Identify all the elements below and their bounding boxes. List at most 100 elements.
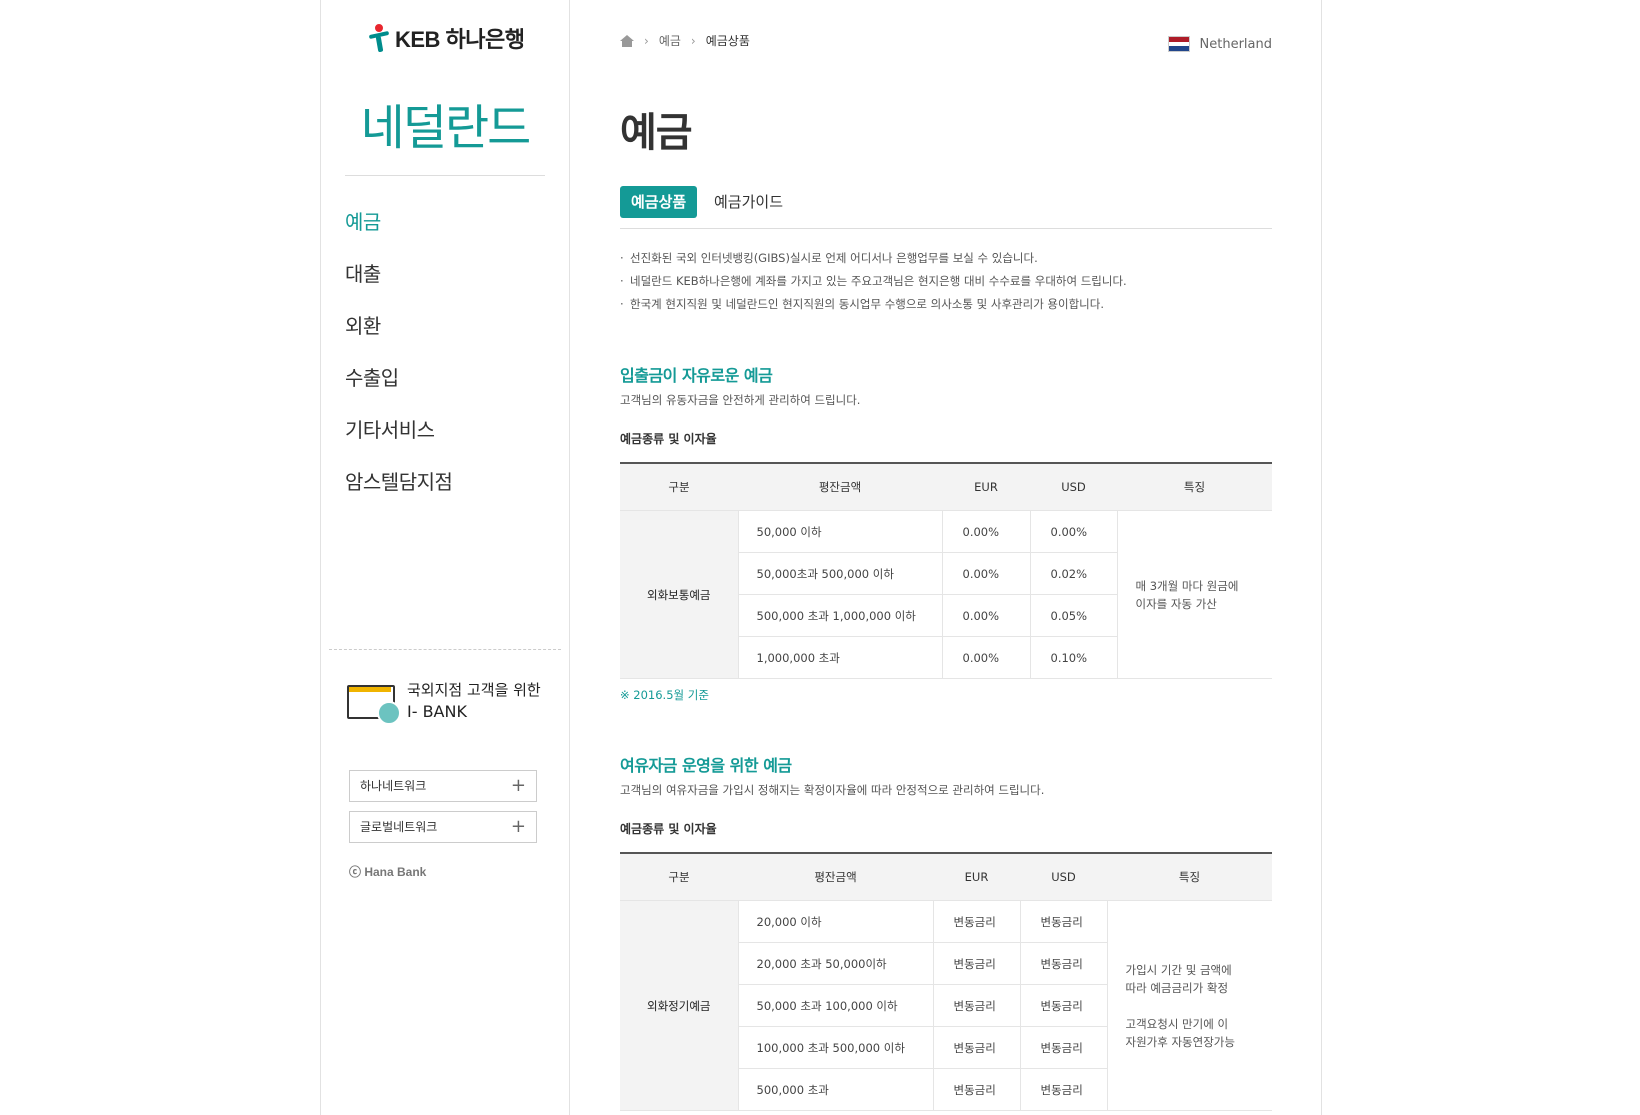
rates-table-demand: 구분 평잔금액 EUR USD 특징 외화보통예금 50,000 이하 0.00…: [620, 462, 1272, 679]
table-row: 외화보통예금 50,000 이하 0.00% 0.00% 매 3개월 마다 원금…: [620, 510, 1272, 679]
eur-rate-cell: 0.00%: [941, 594, 1030, 637]
category-cell: 외화보통예금: [620, 510, 738, 679]
chevron-right-icon: ›: [690, 33, 696, 48]
feature-cell: 가입시 기간 및 금액에 따라 예금금리가 확정 고객요청시 만기에 이 자원가…: [1106, 900, 1273, 1111]
usd-rate-cell: 0.10%: [1029, 636, 1117, 679]
hana-network-button[interactable]: 하나네트워크 +: [349, 770, 537, 802]
section-title: 여유자금 운영을 위한 예금: [620, 756, 792, 775]
plus-icon: +: [510, 775, 526, 796]
ibank-line1: 국외지점 고객을 위한: [407, 681, 541, 699]
column-header: 특징: [1117, 463, 1272, 511]
rate-basis-note: ※ 2016.5월 기준: [620, 688, 709, 702]
page-title: 예금: [620, 110, 693, 156]
column-header: EUR: [942, 463, 1030, 511]
feature-line: 고객요청시 만기에 이: [1125, 1016, 1229, 1031]
list-item: 한국계 현지직원 및 네덜란드인 현지직원의 동시업무 수행으로 의사소통 및 …: [620, 293, 1127, 316]
amount-cell: 50,000 이하: [737, 510, 942, 553]
amount-cell: 50,000초과 500,000 이하: [737, 552, 942, 595]
usd-rate-cell: 0.02%: [1029, 552, 1117, 595]
eur-rate-cell: 0.00%: [941, 552, 1030, 595]
tab-deposit-products[interactable]: 예금상품: [620, 186, 698, 218]
table-subtitle: 예금종류 및 이자율: [620, 432, 717, 446]
amount-cell: 500,000 초과 1,000,000 이하: [737, 594, 942, 637]
usd-rate-cell: 변동금리: [1019, 1068, 1107, 1111]
tab-bar: 예금상품 예금가이드: [620, 186, 1272, 229]
feature-line: 자원가후 자동연장가능: [1125, 1034, 1235, 1049]
intro-bullets: 선진화된 국외 인터넷뱅킹(GIBS)실시로 언제 어디서나 은행업무를 보실 …: [620, 247, 1127, 316]
amount-cell: 1,000,000 초과: [737, 636, 942, 679]
feature-line: 매 3개월 마다 원금에: [1135, 578, 1239, 593]
sidebar-dotted-divider: [329, 649, 561, 650]
table-header-row: 구분 평잔금액 EUR USD 특징: [620, 463, 1272, 511]
usd-rate-cell: 변동금리: [1019, 984, 1107, 1027]
amount-cell: 20,000 이하: [737, 900, 933, 943]
section-description: 고객님의 유동자금을 안전하게 관리하여 드립니다.: [620, 393, 861, 407]
eur-rate-cell: 0.00%: [941, 636, 1030, 679]
breadcrumb-item[interactable]: 예금: [659, 32, 681, 49]
hana-logo-icon: [368, 24, 391, 53]
sidebar-nav: 예금 대출 외환 수출입 기타서비스 암스텔담지점: [345, 200, 453, 512]
column-header: USD: [1020, 853, 1107, 901]
feature-line: [1126, 997, 1273, 1015]
sidebar-item-other-services[interactable]: 기타서비스: [345, 408, 452, 460]
home-icon[interactable]: [620, 34, 634, 47]
table-header-row: 구분 평잔금액 EUR USD 특징: [620, 853, 1272, 901]
global-network-label: 글로벌네트워크: [360, 820, 438, 834]
country-selector[interactable]: Netherland: [1167, 36, 1272, 52]
table-row: 외화정기예금 20,000 이하 변동금리 변동금리 가입시 기간 및 금액에 …: [620, 900, 1272, 1111]
chevron-right-icon: ›: [644, 33, 649, 48]
eur-rate-cell: 변동금리: [932, 900, 1020, 943]
eur-rate-cell: 변동금리: [932, 1068, 1020, 1111]
sidebar-divider: [345, 175, 545, 176]
tab-deposit-guide[interactable]: 예금가이드: [703, 186, 794, 218]
plus-icon: +: [510, 816, 526, 837]
feature-line: 가입시 기간 및 금액에: [1125, 962, 1232, 977]
list-item: 선진화된 국외 인터넷뱅킹(GIBS)실시로 언제 어디서나 은행업무를 보실 …: [620, 247, 1127, 270]
usd-rate-cell: 변동금리: [1019, 942, 1107, 985]
ibank-browser-globe-icon: [347, 681, 401, 725]
netherlands-flag-icon: [1167, 36, 1190, 52]
rates-table-time: 구분 평잔금액 EUR USD 특징 외화정기예금 20,000 이하 변동금리…: [620, 852, 1272, 1111]
table-subtitle: 예금종류 및 이자율: [620, 822, 717, 836]
ibank-line2: I- BANK: [407, 702, 467, 721]
bank-logo[interactable]: KEB 하나은행: [368, 22, 525, 54]
feature-line: 따라 예금금리가 확정: [1125, 980, 1229, 995]
sidebar-item-deposit[interactable]: 예금: [345, 200, 452, 252]
eur-rate-cell: 변동금리: [932, 942, 1020, 985]
logo-text: KEB 하나은행: [395, 27, 525, 52]
usd-rate-cell: 변동금리: [1019, 1026, 1107, 1069]
global-network-button[interactable]: 글로벌네트워크 +: [349, 811, 537, 843]
sidebar-item-import-export[interactable]: 수출입: [345, 356, 452, 408]
column-header: 특징: [1107, 853, 1272, 901]
breadcrumb-current: 예금상품: [705, 34, 750, 48]
list-item: 네덜란드 KEB하나은행에 계좌를 가지고 있는 주요고객님은 현지은행 대비 …: [620, 270, 1127, 293]
amount-cell: 20,000 초과 50,000이하: [737, 942, 933, 985]
sidebar-item-foreign-exchange[interactable]: 외환: [345, 304, 452, 356]
feature-cell: 매 3개월 마다 원금에 이자를 자동 가산: [1116, 510, 1272, 679]
ibank-banner[interactable]: 국외지점 고객을 위한 I- BANK: [347, 680, 541, 725]
breadcrumb: › 예금 › 예금상품: [620, 32, 750, 49]
flag-stripe: [1168, 46, 1189, 52]
column-header: USD: [1030, 463, 1117, 511]
hana-network-label: 하나네트워크: [360, 779, 427, 793]
usd-rate-cell: 변동금리: [1019, 900, 1107, 943]
amount-cell: 500,000 초과: [737, 1068, 933, 1111]
usd-rate-cell: 0.00%: [1029, 510, 1117, 553]
usd-rate-cell: 0.05%: [1029, 594, 1117, 637]
sidebar-item-loan[interactable]: 대출: [345, 252, 452, 304]
country-selector-label: Netherland: [1199, 36, 1272, 52]
section-description: 고객님의 여유자금을 가입시 정해지는 확정이자율에 따라 안정적으로 관리하여…: [620, 783, 1045, 797]
feature-line: 이자를 자동 가산: [1135, 596, 1217, 611]
country-title: 네덜란드: [360, 100, 532, 156]
column-header: 평잔금액: [738, 463, 942, 511]
section-title: 입출금이 자유로운 예금: [620, 366, 773, 385]
sidebar-item-amsterdam-branch[interactable]: 암스텔담지점: [345, 460, 453, 512]
column-header: 평잔금액: [738, 853, 933, 901]
eur-rate-cell: 변동금리: [932, 984, 1020, 1027]
category-cell: 외화정기예금: [620, 900, 738, 1111]
column-header: EUR: [933, 853, 1020, 901]
eur-rate-cell: 변동금리: [932, 1026, 1020, 1069]
amount-cell: 50,000 초과 100,000 이하: [737, 984, 933, 1027]
sidebar: KEB 하나은행 네덜란드 예금 대출 외환 수출입 기타서비스 암스텔담지점 …: [321, 0, 570, 1115]
column-header: 구분: [620, 463, 738, 511]
